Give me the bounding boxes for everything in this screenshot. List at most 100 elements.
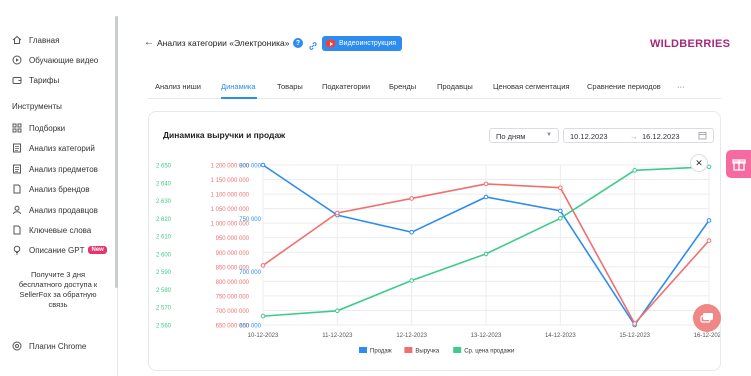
legend-swatch	[453, 347, 462, 353]
date-arrow-icon: →	[630, 132, 638, 141]
sidebar-item-label: Главная	[29, 35, 60, 45]
sidebar-item-label: Анализ категорий	[29, 143, 95, 153]
video-icon	[12, 55, 22, 65]
sidebar-item-chrome-plugin[interactable]: Плагин Chrome	[12, 341, 86, 351]
sidebar-item-label: Описание GPT	[29, 245, 85, 255]
data-point	[335, 210, 340, 216]
data-point	[483, 181, 489, 187]
chart-title: Динамика выручки и продаж	[163, 130, 286, 140]
data-point	[335, 308, 340, 314]
data-point	[409, 278, 414, 283]
axis-tick-label: 2 640	[156, 181, 172, 187]
active-tab-indicator	[221, 97, 257, 99]
chat-icon[interactable]	[693, 304, 721, 332]
data-point	[260, 263, 266, 268]
sidebar-item-tariffs[interactable]: Тарифы	[12, 75, 59, 85]
data-point	[409, 196, 414, 201]
axis-tick-label: 750 000	[239, 217, 261, 223]
sidebar: Главная Обучающие видео Тарифы Инструмен…	[0, 16, 118, 376]
axis-tick-label: 2 580	[156, 288, 172, 294]
x-tick-label: 14-12-2023	[545, 333, 576, 339]
axis-tick-label: 2 590	[156, 270, 172, 276]
tab-brands[interactable]: Бренды	[389, 82, 416, 91]
tab-price-segmentation[interactable]: Ценовая сегментация	[493, 82, 569, 91]
sidebar-item-brand-analysis[interactable]: Анализ брендов	[12, 184, 90, 194]
page-title: Анализ категории «Электроника»	[157, 38, 290, 48]
axis-tick-label: 800 000 000	[216, 280, 250, 286]
new-badge: New	[88, 246, 107, 254]
chrome-icon	[12, 341, 22, 351]
legend-label: Ср. цена продажи	[464, 349, 514, 355]
data-point	[632, 168, 637, 173]
axis-tick-label: 2 570	[156, 306, 172, 312]
sidebar-item-collections[interactable]: Подборки	[12, 123, 65, 133]
data-point	[483, 251, 489, 257]
date-range-picker[interactable]: 10.12.2023 → 16.12.2023	[563, 128, 714, 143]
link-icon[interactable]	[308, 38, 318, 50]
chevron-down-icon: ▼	[546, 132, 552, 138]
legend-swatch	[404, 347, 413, 353]
data-point	[558, 216, 563, 221]
x-tick-label: 12-12-2023	[396, 333, 427, 339]
axis-tick-label: 2 600	[156, 252, 172, 258]
period-select[interactable]: По дням ▼	[489, 128, 559, 143]
wallet-icon	[12, 75, 22, 85]
promo-text[interactable]: Получите 3 дня бесплатного доступа к Sel…	[10, 270, 106, 310]
main-panel: ← Анализ категории «Электроника» ? Видео…	[118, 16, 751, 376]
data-point	[706, 218, 712, 223]
axis-tick-label: 700 000 000	[216, 309, 250, 315]
axis-tick-label: 700 000	[239, 270, 261, 276]
app-frame: Главная Обучающие видео Тарифы Инструмен…	[0, 0, 751, 376]
line-chart: 2 650 2 640 2 630 2 620 2 610 2 600 2 590 2 580…	[156, 162, 720, 355]
help-icon[interactable]: ?	[293, 38, 303, 48]
bulb-icon	[12, 245, 22, 255]
tab-dynamics[interactable]: Динамика	[221, 82, 256, 91]
tab-sellers[interactable]: Продавцы	[437, 82, 473, 91]
sidebar-item-seller-analysis[interactable]: Анализ продавцов	[12, 205, 98, 215]
sidebar-item-label: Анализ продавцов	[29, 205, 98, 215]
axis-tick-label: 2 620	[156, 217, 172, 223]
axis-tick-label: 800 000	[239, 164, 261, 170]
sidebar-item-subject-analysis[interactable]: Анализ предметов	[12, 164, 98, 174]
calendar-icon	[698, 131, 707, 142]
data-point	[706, 164, 712, 170]
x-tick-label: 15-12-2023	[619, 333, 650, 339]
gift-icon[interactable]	[726, 150, 751, 178]
close-icon[interactable]: ✕	[690, 154, 708, 172]
sidebar-item-gpt-description[interactable]: Описание GPT New	[12, 245, 107, 255]
date-to: 16.12.2023	[642, 132, 680, 141]
tab-products[interactable]: Товары	[277, 82, 303, 91]
sidebar-section-title: Инструменты	[12, 102, 62, 111]
sidebar-item-label: Плагин Chrome	[29, 341, 87, 351]
sidebar-item-keywords[interactable]: Ключевые слова	[12, 225, 91, 235]
doc-icon	[12, 225, 22, 235]
sidebar-item-videos[interactable]: Обучающие видео	[12, 55, 98, 65]
legend-swatch	[359, 347, 367, 353]
data-point	[409, 229, 414, 235]
chart-card: Динамика выручки и продаж По дням ▼ 10.1…	[148, 111, 721, 371]
doc-icon	[12, 184, 22, 194]
sidebar-item-home[interactable]: Главная	[12, 35, 59, 45]
brand-logo: WILDBERRIES	[650, 38, 731, 50]
legend-label: Выручка	[415, 349, 439, 355]
video-instruction-button[interactable]: Видеоинструкция	[322, 36, 403, 51]
axis-tick-label: 2 630	[156, 199, 172, 205]
period-select-value: По дням	[496, 132, 526, 141]
sidebar-item-label: Анализ брендов	[29, 184, 90, 194]
data-point	[483, 194, 489, 200]
tab-period-comparison[interactable]: Сравнение периодов	[587, 82, 661, 91]
tab-niche-analysis[interactable]: Анализ ниши	[155, 82, 201, 91]
data-point	[260, 313, 266, 319]
sidebar-item-label: Подборки	[29, 123, 66, 133]
back-arrow-icon[interactable]: ←	[144, 37, 154, 48]
grid-icon	[12, 123, 22, 133]
list-icon	[12, 164, 22, 174]
axis-tick-label: 2 560	[156, 324, 172, 330]
sidebar-item-category-analysis[interactable]: Анализ категорий	[12, 143, 95, 153]
tab-subcategories[interactable]: Подкатегории	[322, 82, 370, 91]
axis-tick-label: 1 150 000 000	[211, 178, 250, 184]
data-point	[558, 185, 563, 190]
data-point	[260, 162, 266, 168]
sidebar-item-label: Тарифы	[29, 75, 60, 85]
tab-more[interactable]: ···	[677, 82, 685, 91]
